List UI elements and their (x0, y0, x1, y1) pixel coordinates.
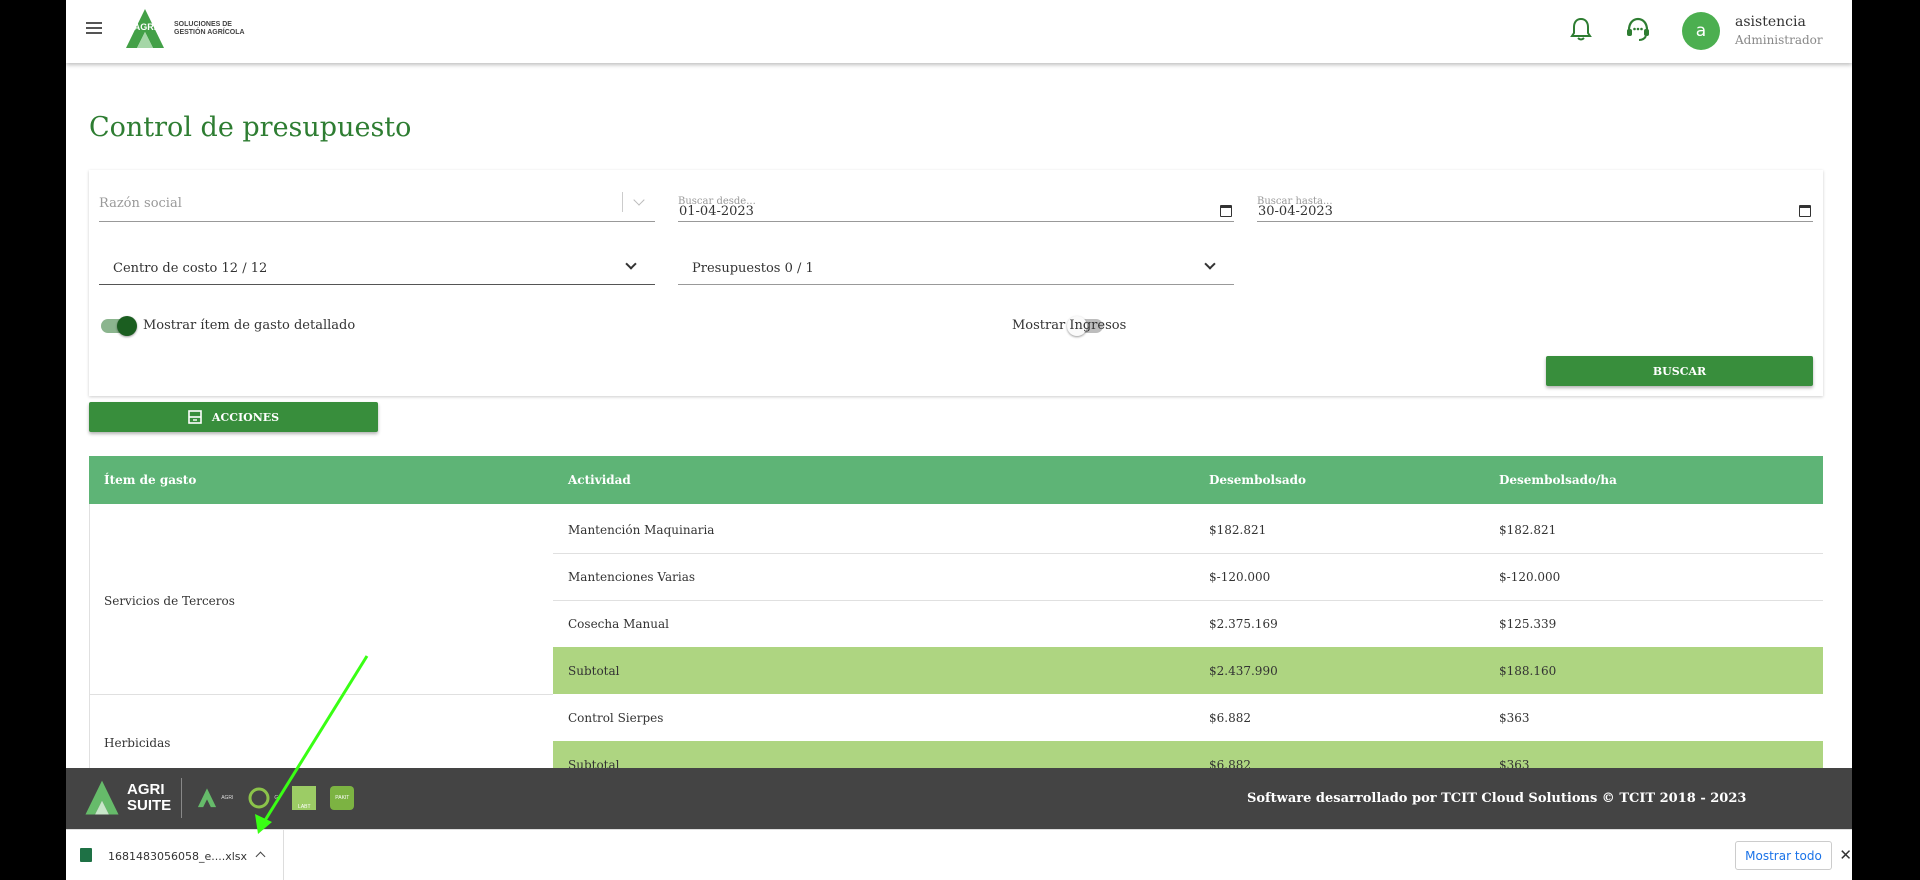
actividad-cell: Cosecha Manual (568, 617, 669, 631)
subtotal-row: Subtotal $2.437.990 $188.160 (553, 647, 1823, 694)
mini-logo-labt[interactable]: LABT (292, 786, 317, 810)
mini-logo-g-label: G (274, 795, 279, 801)
actividad-cell: Mantenciones Varias (568, 570, 696, 584)
chevron-up-icon[interactable] (255, 851, 266, 862)
item-gasto-cell: Servicios de Terceros (104, 594, 235, 608)
col-header-item[interactable]: Ítem de gasto (104, 473, 196, 487)
actividad-cell: Mantención Maquinaria (568, 523, 715, 537)
buscar-button[interactable]: BUSCAR (1546, 356, 1813, 386)
desembolsado-cell: $-120.000 (1209, 570, 1271, 584)
user-role: Administrador (1735, 33, 1823, 47)
menu-icon[interactable] (86, 22, 102, 36)
download-item[interactable]: 1681483056058_e....xlsx (66, 830, 284, 880)
mini-logo-agri[interactable]: AGRI (196, 787, 233, 809)
buscar-desde-date-input[interactable]: Buscar desde... 01-04-2023 (678, 190, 1234, 222)
razon-social-placeholder: Razón social (99, 196, 182, 211)
centro-costo-value: Centro de costo 12 / 12 (113, 261, 268, 276)
chevron-down-icon[interactable] (633, 194, 645, 206)
calendar-icon[interactable] (1220, 205, 1232, 217)
col-header-actividad[interactable]: Actividad (568, 473, 631, 487)
select-separator (622, 192, 623, 212)
item-gasto-cell: Herbicidas (104, 736, 171, 750)
centro-costo-select[interactable]: Centro de costo 12 / 12 (99, 255, 655, 285)
footer-credit: Software desarrollado por TCIT Cloud Sol… (1247, 791, 1747, 806)
desembolsado-ha-cell: $-120.000 (1499, 570, 1561, 584)
app-window: AGRI SOLUCIONES DE GESTIÓN AGRÍCOLA a as… (66, 0, 1852, 880)
col-header-desembolsado-ha[interactable]: Desembolsado/ha (1499, 473, 1617, 487)
acciones-button[interactable]: ACCIONES (89, 402, 378, 432)
mini-logo-g[interactable]: G (247, 786, 278, 810)
logo-tagline: SOLUCIONES DE GESTIÓN AGRÍCOLA (174, 21, 245, 37)
logo-line-1: SOLUCIONES DE (174, 21, 232, 28)
col-header-desembolsado[interactable]: Desembolsado (1209, 473, 1306, 487)
user-name: asistencia (1735, 14, 1806, 30)
razon-social-select[interactable]: Razón social (99, 190, 655, 222)
table-header: Ítem de gasto Actividad Desembolsado Des… (89, 456, 1823, 504)
support-headset-icon[interactable] (1624, 16, 1652, 46)
bell-icon[interactable] (1569, 16, 1593, 46)
toggle-item-gasto-detallado-label: Mostrar ítem de gasto detallado (143, 318, 356, 333)
subtotal-desembolsado-ha: $188.160 (1499, 664, 1557, 678)
agri-suite-logo: AGRI SUITE (82, 778, 183, 818)
buscar-hasta-date-input[interactable]: Buscar hasta... 30-04-2023 (1257, 190, 1813, 222)
logo-line-2: GESTIÓN AGRÍCOLA (174, 29, 245, 36)
toggle-item-gasto-detallado[interactable] (101, 316, 137, 336)
subtotal-label: Subtotal (568, 664, 620, 678)
svg-text:AGRI: AGRI (134, 22, 157, 32)
page-title: Control de presupuesto (89, 112, 412, 143)
mini-logo-labt-label: LABT (292, 786, 317, 810)
row-divider (553, 553, 1823, 554)
brand-sub: SUITE (127, 797, 172, 814)
toggle-mostrar-ingresos-label: Mostrar Ingresos (1012, 318, 1127, 333)
agri-suite-mark-icon (85, 780, 119, 815)
top-app-bar: AGRI SOLUCIONES DE GESTIÓN AGRÍCOLA a as… (66, 0, 1852, 63)
download-bar: 1681483056058_e....xlsx Mostrar todo ✕ (66, 829, 1852, 880)
calendar-icon[interactable] (1799, 205, 1811, 217)
footer-brand-logos: AGRI SUITE AGRI G LABT PAKIT (82, 778, 355, 818)
group-divider (89, 694, 553, 695)
avatar[interactable]: a (1682, 12, 1720, 50)
desembolsado-ha-cell: $125.339 (1499, 617, 1557, 631)
buscar-desde-value: 01-04-2023 (679, 204, 754, 219)
download-file-name[interactable]: 1681483056058_e....xlsx (108, 850, 247, 863)
show-all-downloads-button[interactable]: Mostrar todo (1735, 841, 1832, 870)
desembolsado-cell: $182.821 (1209, 523, 1267, 537)
acciones-label: ACCIONES (211, 410, 280, 424)
mini-logo-pakit-label: PAKIT (330, 786, 355, 810)
close-download-bar-icon[interactable]: ✕ (1839, 846, 1852, 864)
chevron-down-icon[interactable] (625, 258, 637, 270)
archive-icon (188, 410, 202, 424)
desembolsado-cell: $2.375.169 (1209, 617, 1278, 631)
presupuestos-select[interactable]: Presupuestos 0 / 1 (678, 255, 1234, 285)
filters-card: Razón social Buscar desde... 01-04-2023 … (89, 170, 1823, 396)
agri-logo-mark-icon: AGRI (126, 9, 164, 48)
subtotal-desembolsado: $2.437.990 (1209, 664, 1278, 678)
desembolsado-cell: $6.882 (1209, 711, 1251, 725)
desembolsado-ha-cell: $363 (1499, 711, 1530, 725)
excel-file-icon (80, 848, 92, 862)
mini-logo-agri-label: AGRI (221, 795, 234, 801)
footer: AGRI SUITE AGRI G LABT PAKIT Software de… (66, 768, 1852, 829)
row-divider (553, 600, 1823, 601)
desembolsado-ha-cell: $182.821 (1499, 523, 1557, 537)
mini-logo-pakit[interactable]: PAKIT (330, 786, 355, 810)
agri-logo[interactable]: AGRI SOLUCIONES DE GESTIÓN AGRÍCOLA (122, 6, 245, 52)
chevron-down-icon[interactable] (1204, 258, 1216, 270)
actividad-cell: Control Sierpes (568, 711, 664, 725)
presupuestos-value: Presupuestos 0 / 1 (692, 261, 814, 276)
buscar-hasta-value: 30-04-2023 (1258, 204, 1333, 219)
brand-main: AGRI (127, 781, 165, 798)
